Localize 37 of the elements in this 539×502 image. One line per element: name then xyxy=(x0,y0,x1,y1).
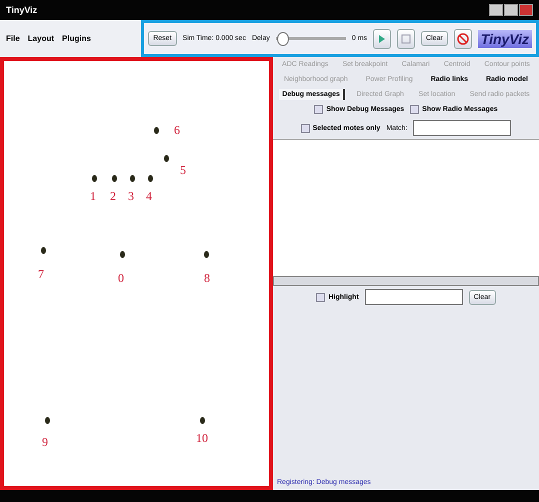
square-icon xyxy=(401,34,412,44)
mote-label: 2 xyxy=(110,189,116,204)
slider-thumb[interactable] xyxy=(276,32,289,46)
mote-icon[interactable] xyxy=(130,175,135,182)
play-icon xyxy=(378,34,386,44)
mote-label: 5 xyxy=(180,163,186,178)
mote-label: 3 xyxy=(128,189,134,204)
horizontal-scrollbar[interactable] xyxy=(273,276,539,286)
mote-icon[interactable] xyxy=(112,175,117,182)
stop-button[interactable] xyxy=(454,28,472,48)
window-title: TinyViz xyxy=(6,5,38,15)
mote-label: 10 xyxy=(196,431,208,446)
mote-label: 0 xyxy=(118,271,124,286)
match-field[interactable] xyxy=(413,120,512,136)
mote-icon[interactable] xyxy=(41,247,46,254)
menu-item[interactable]: Plugins xyxy=(62,34,91,43)
highlight-field[interactable] xyxy=(364,289,463,305)
mote-label: 9 xyxy=(42,435,48,450)
grid-button[interactable] xyxy=(397,28,416,48)
mote-icon[interactable] xyxy=(148,175,153,182)
menu-item[interactable]: Layout xyxy=(28,34,54,43)
mote-icon[interactable] xyxy=(120,251,125,258)
mote-icon[interactable] xyxy=(164,155,169,162)
mote-label: 4 xyxy=(146,189,152,204)
mote-label: 1 xyxy=(90,189,96,204)
mote-label: 8 xyxy=(204,271,210,286)
prohibited-icon xyxy=(456,32,469,44)
mote-label: 7 xyxy=(38,267,44,282)
mote-icon[interactable] xyxy=(154,127,159,134)
mote-icon[interactable] xyxy=(200,417,205,424)
mote-label: 6 xyxy=(174,123,180,138)
mote-icon[interactable] xyxy=(204,251,209,258)
mote-icon[interactable] xyxy=(92,175,97,182)
menu-item[interactable]: File xyxy=(6,34,20,43)
play-button[interactable] xyxy=(373,28,392,48)
mote-icon[interactable] xyxy=(45,417,50,424)
logo: TinyViz xyxy=(478,30,532,48)
